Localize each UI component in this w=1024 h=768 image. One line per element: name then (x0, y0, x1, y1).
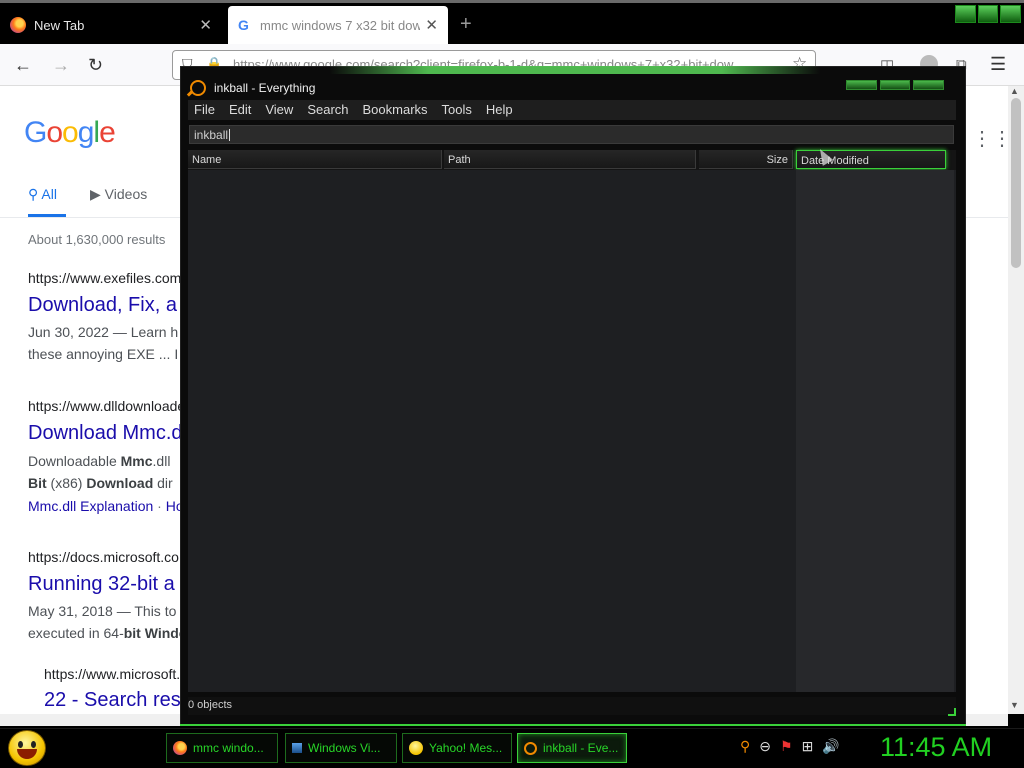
flag-icon[interactable]: ⚑ (780, 738, 793, 755)
start-button[interactable] (8, 730, 46, 766)
everything-search-icon (190, 80, 206, 96)
window-title-glow (330, 66, 820, 74)
google-apps-icon[interactable]: ⋮⋮⋮ (972, 126, 1008, 151)
sitelink[interactable]: Mmc.dll Explanation (28, 498, 153, 514)
search-icon[interactable]: ⚲ (740, 738, 750, 755)
google-logo[interactable]: Google (24, 116, 116, 150)
result-snippet: Downloadable Mmc.dll Bit (x86) Download … (28, 453, 173, 491)
result-title[interactable]: 22 - Search res (44, 689, 181, 712)
close-button[interactable] (913, 80, 945, 90)
result-url[interactable]: https://www.exefiles.com (28, 270, 181, 286)
taskbar-button-windows-vi[interactable]: Windows Vi... (285, 733, 397, 763)
window-title: inkball - Everything (214, 81, 316, 95)
tab-title: mmc windows 7 x32 bit downl (260, 17, 420, 33)
result-snippet: Jun 30, 2022 — Learn h these annoying EX… (28, 324, 179, 362)
hamburger-menu-icon[interactable]: ☰ (990, 54, 1006, 75)
menu-edit[interactable]: Edit (223, 100, 259, 120)
volume-icon[interactable]: 🔊 (822, 738, 839, 755)
result-sitelinks: Mmc.dll Explanation · Ho (28, 498, 184, 514)
scroll-down-icon[interactable]: ▼ (1010, 700, 1019, 710)
menu-help[interactable]: Help (480, 100, 521, 120)
window-icon (292, 743, 302, 753)
browser-tab-bar: New Tab ✕ G mmc windows 7 x32 bit downl … (0, 0, 1024, 44)
everything-search-icon (524, 741, 537, 755)
forward-arrow-icon[interactable]: → (52, 55, 70, 76)
column-header-path[interactable]: Path (444, 150, 696, 169)
menu-bookmarks[interactable]: Bookmarks (357, 100, 436, 120)
everything-window-controls (846, 80, 945, 90)
search-icon: ⚲ (28, 186, 39, 202)
minimize-button[interactable] (955, 5, 976, 23)
taskbar-button-yahoo-messenger[interactable]: Yahoo! Mes... (402, 733, 512, 763)
result-title[interactable]: Download, Fix, a (28, 294, 177, 317)
column-header-size[interactable]: Size (699, 150, 793, 169)
menu-bar: File Edit View Search Bookmarks Tools He… (188, 100, 956, 120)
result-url[interactable]: https://docs.microsoft.co (28, 549, 179, 565)
menu-search[interactable]: Search (301, 100, 356, 120)
scrollbar-thumb[interactable] (1011, 98, 1021, 268)
firefox-window-controls (955, 5, 1022, 23)
system-tray: ⚲ ⊖ ⚑ ⊞ 🔊 (740, 738, 840, 755)
result-stats: About 1,630,000 results (28, 232, 166, 247)
network-icon[interactable]: ⊞ (802, 738, 814, 755)
reload-icon[interactable]: ↻ (88, 55, 103, 76)
video-icon: ▶ (90, 186, 101, 202)
result-title[interactable]: Running 32-bit a (28, 573, 175, 596)
firefox-icon (10, 17, 26, 33)
tab-new-tab[interactable]: New Tab ✕ (0, 6, 222, 44)
taskbar-button-firefox[interactable]: mmc windo... (166, 733, 278, 763)
status-bar: 0 objects (188, 697, 956, 715)
menu-view[interactable]: View (259, 100, 301, 120)
result-url[interactable]: https://www.dlldownloade (28, 398, 185, 414)
window-bottom-glow (180, 724, 966, 726)
back-arrow-icon[interactable]: ← (14, 55, 32, 76)
search-input[interactable]: inkball (189, 125, 954, 144)
result-title[interactable]: Download Mmc.d (28, 422, 183, 445)
taskbar (0, 728, 1024, 768)
column-header-name[interactable]: Name (188, 150, 442, 169)
google-icon: G (238, 17, 249, 33)
result-snippet: May 31, 2018 — This to executed in 64-bi… (28, 603, 188, 641)
tab-title: New Tab (34, 17, 85, 33)
minimize-button[interactable] (846, 80, 877, 90)
close-icon[interactable]: ✕ (425, 16, 438, 34)
menu-file[interactable]: File (188, 100, 223, 120)
new-tab-button[interactable]: + (460, 13, 472, 36)
scroll-up-icon[interactable]: ▲ (1010, 86, 1019, 96)
search-tab-all[interactable]: ⚲ All (28, 186, 57, 203)
firefox-icon (173, 741, 187, 755)
taskbar-clock[interactable]: 11:45 AM (880, 732, 992, 763)
sorted-column-highlight (796, 170, 954, 692)
close-icon[interactable]: ✕ (199, 16, 212, 34)
maximize-button[interactable] (977, 5, 999, 23)
menu-tools[interactable]: Tools (436, 100, 480, 120)
close-button[interactable] (1000, 5, 1022, 23)
tab-google-search[interactable]: G mmc windows 7 x32 bit downl ✕ (228, 6, 448, 44)
taskbar-button-everything[interactable]: inkball - Eve... (517, 733, 627, 763)
resize-grip[interactable] (948, 708, 956, 716)
text-caret (229, 129, 231, 141)
yahoo-messenger-icon (409, 741, 423, 755)
minus-circle-icon[interactable]: ⊖ (759, 738, 771, 755)
search-tab-videos[interactable]: ▶ Videos (90, 186, 147, 203)
maximize-button[interactable] (879, 80, 911, 90)
result-url[interactable]: https://www.microsoft. (44, 666, 180, 682)
